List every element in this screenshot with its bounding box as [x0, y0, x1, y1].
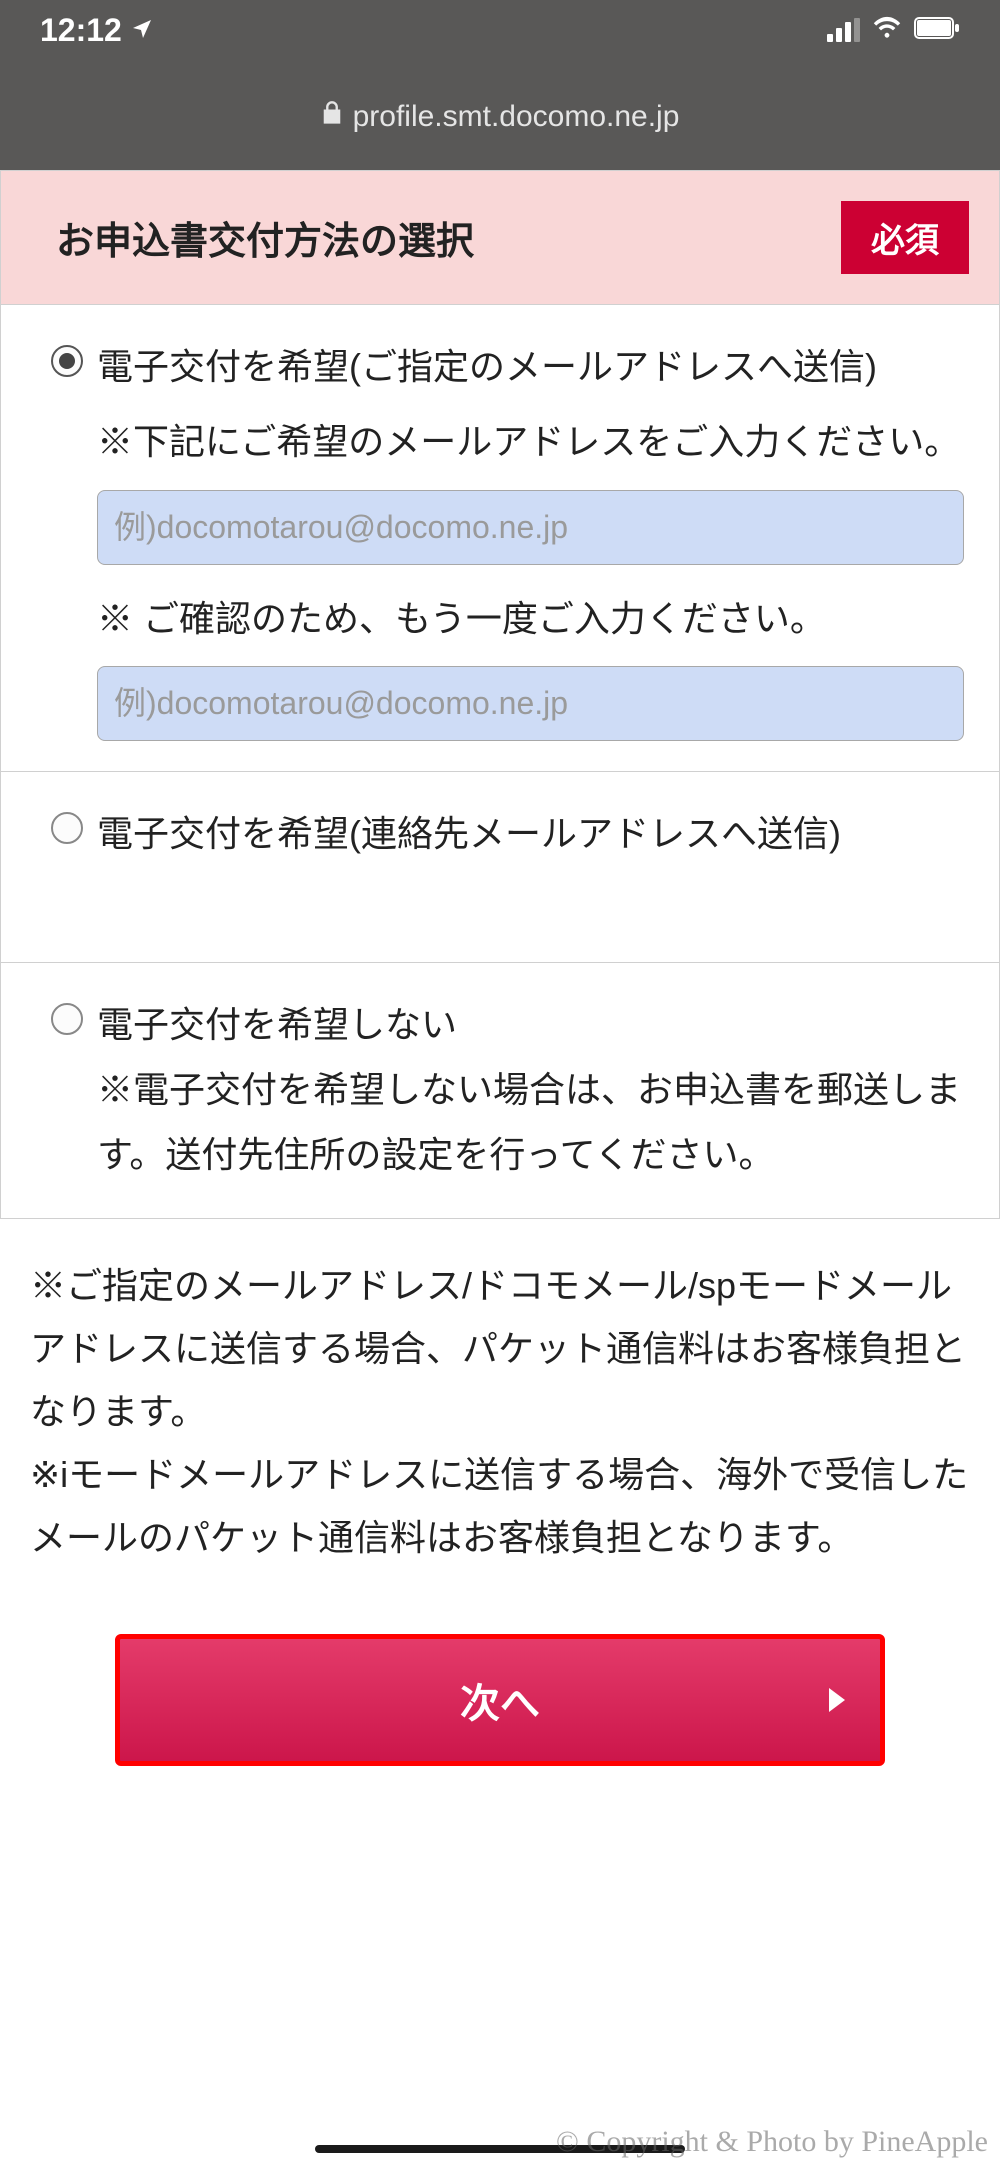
footer-note-1: ※ご指定のメールアドレス/ドコモメール/spモードメールアドレスに送信する場合、… — [30, 1254, 970, 1443]
watermark: © Copyright & Photo by PineApple — [556, 2125, 988, 2159]
option-1-label: 電子交付を希望(ご指定のメールアドレスへ送信) — [97, 335, 964, 400]
lock-icon — [321, 100, 343, 134]
next-button-label: 次へ — [460, 1682, 540, 1726]
section-title: お申込書交付方法の選択 — [56, 210, 474, 265]
option-2-block: 電子交付を希望(連絡先メールアドレスへ送信) — [0, 772, 1000, 963]
url-bar[interactable]: profile.smt.docomo.ne.jp — [0, 60, 1000, 170]
footer-notes: ※ご指定のメールアドレス/ドコモメール/spモードメールアドレスに送信する場合、… — [0, 1219, 1000, 1604]
section-header: お申込書交付方法の選択 必須 — [0, 170, 1000, 305]
option-1-block: 電子交付を希望(ご指定のメールアドレスへ送信) ※下記にご希望のメールアドレスを… — [0, 305, 1000, 772]
wifi-icon — [872, 16, 902, 45]
next-button[interactable]: 次へ — [115, 1634, 885, 1766]
footer-note-2: ※iモードメールアドレスに送信する場合、海外で受信したメールのパケット通信料はお… — [30, 1443, 970, 1569]
status-bar: 12:12 — [0, 0, 1000, 60]
radio-option-3[interactable] — [51, 1003, 83, 1035]
option-2-label: 電子交付を希望(連絡先メールアドレスへ送信) — [97, 802, 964, 867]
required-badge: 必須 — [841, 201, 969, 274]
status-right — [827, 16, 960, 45]
radio-option-1[interactable] — [51, 345, 83, 377]
option-3-block: 電子交付を希望しない ※電子交付を希望しない場合は、お申込書を郵送します。送付先… — [0, 963, 1000, 1218]
option-1-note2: ※ ご確認のため、もう一度ご入力ください。 — [97, 587, 964, 652]
content-area: お申込書交付方法の選択 必須 電子交付を希望(ご指定のメールアドレスへ送信) ※… — [0, 170, 1000, 1766]
email-input-1[interactable] — [97, 490, 964, 565]
option-3-note: ※電子交付を希望しない場合は、お申込書を郵送します。送付先住所の設定を行ってくだ… — [97, 1058, 964, 1188]
option-1-note1: ※下記にご希望のメールアドレスをご入力ください。 — [97, 410, 964, 475]
signal-icon — [827, 18, 860, 42]
url-text: profile.smt.docomo.ne.jp — [353, 100, 680, 134]
radio-option-2[interactable] — [51, 812, 83, 844]
email-input-2[interactable] — [97, 666, 964, 741]
option-3-label: 電子交付を希望しない — [97, 993, 964, 1058]
battery-icon — [914, 17, 960, 44]
chevron-right-icon — [829, 1688, 845, 1712]
status-time: 12:12 — [40, 12, 122, 49]
location-arrow-icon — [130, 12, 154, 49]
status-left: 12:12 — [40, 12, 154, 49]
